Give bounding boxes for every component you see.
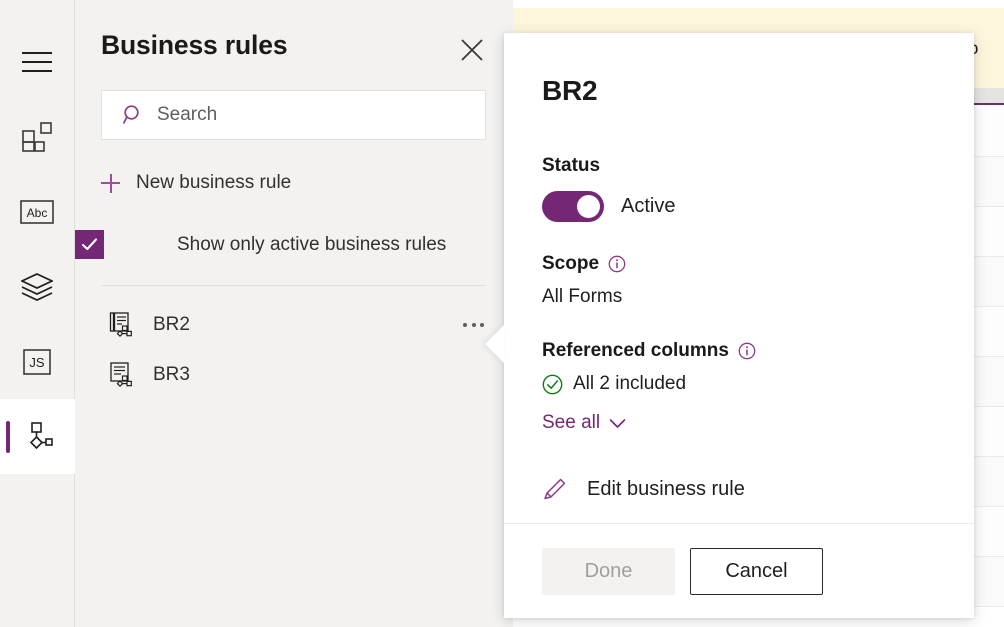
pencil-icon: [542, 476, 568, 502]
flyout-footer: Done Cancel: [504, 523, 974, 618]
edit-business-rule-button[interactable]: Edit business rule: [542, 476, 936, 502]
flyout-title: BR2: [542, 75, 936, 107]
scope-value: All Forms: [542, 286, 936, 308]
see-all-label: See all: [542, 412, 600, 434]
business-rules-icon: [21, 422, 53, 452]
list-item-br2[interactable]: BR2: [75, 300, 513, 350]
app-root: i This environment is associated with 'P…: [0, 0, 1004, 627]
list-item-br3[interactable]: BR3: [75, 350, 513, 400]
sidebar-item-views[interactable]: [0, 249, 75, 324]
referenced-columns-label-text: Referenced columns: [542, 340, 729, 362]
status-toggle-row: Active: [542, 191, 936, 222]
sidebar-item-components[interactable]: [0, 99, 75, 174]
scope-section: Scope All Forms: [542, 253, 936, 308]
chevron-down-icon: [609, 418, 626, 429]
close-icon: [460, 38, 484, 62]
show-only-active-label: Show only active business rules: [177, 230, 446, 259]
checkbox-box: [75, 230, 104, 259]
page-title: Business rules: [101, 30, 287, 61]
done-button[interactable]: Done: [542, 548, 675, 595]
status-toggle[interactable]: [542, 191, 604, 222]
status-value: Active: [621, 195, 675, 218]
referenced-columns-value: All 2 included: [573, 373, 686, 395]
sidebar-item-columns[interactable]: Abc: [0, 174, 75, 249]
components-grid-icon: [22, 122, 52, 152]
hamburger-menu-icon: [22, 51, 52, 73]
status-section: Status Active: [542, 155, 936, 222]
check-circle-icon: [542, 374, 563, 395]
panel-header: Business rules: [75, 0, 513, 86]
sidebar-item-javascript[interactable]: JS: [0, 324, 75, 399]
left-icon-rail: Abc JS: [0, 0, 75, 627]
columns-abc-icon: Abc: [20, 200, 54, 224]
list-item-label: BR2: [153, 314, 190, 336]
checkmark-icon: [80, 235, 99, 254]
flyout-body: BR2 Status Active Scope: [504, 33, 974, 523]
see-all-toggle[interactable]: See all: [542, 412, 626, 434]
scope-label: Scope: [542, 253, 936, 275]
info-circle-icon[interactable]: [738, 342, 756, 360]
show-only-active-checkbox[interactable]: Show only active business rules: [177, 230, 446, 259]
referenced-columns-label: Referenced columns: [542, 340, 936, 362]
search-placeholder: Search: [157, 104, 217, 126]
referenced-columns-status: All 2 included: [542, 373, 936, 395]
list-item-label: BR3: [153, 364, 190, 386]
business-rules-panel: Business rules Search New business rule: [75, 0, 513, 627]
status-label: Status: [542, 155, 936, 177]
ellipsis-dot: [472, 323, 476, 327]
new-business-rule-label: New business rule: [136, 172, 291, 194]
toggle-knob: [577, 195, 600, 218]
ellipsis-dot: [463, 323, 467, 327]
close-button[interactable]: [456, 34, 488, 66]
cancel-button[interactable]: Cancel: [690, 548, 823, 595]
ellipsis-dot: [480, 323, 484, 327]
javascript-js-icon: JS: [23, 349, 51, 375]
search-input[interactable]: Search: [101, 90, 486, 140]
callout-beak: [485, 325, 504, 363]
svg-text:Abc: Abc: [27, 206, 48, 220]
scope-label-text: Scope: [542, 253, 599, 275]
plus-icon: [101, 174, 120, 193]
info-circle-icon[interactable]: [608, 255, 626, 273]
business-rule-item-icon: [109, 362, 135, 388]
search-icon: [122, 104, 144, 126]
business-rules-list: BR2 BR3: [75, 300, 513, 400]
edit-business-rule-label: Edit business rule: [587, 478, 745, 501]
svg-text:JS: JS: [29, 355, 45, 370]
sidebar-item-business-rules[interactable]: [0, 399, 75, 474]
referenced-columns-section: Referenced columns All 2 included S: [542, 340, 936, 434]
more-commands-button[interactable]: [463, 323, 484, 327]
new-business-rule-button[interactable]: New business rule: [101, 172, 291, 194]
business-rule-item-icon: [109, 312, 135, 338]
sidebar-item-menu[interactable]: [0, 24, 75, 99]
business-rule-details-flyout: BR2 Status Active Scope: [504, 33, 974, 618]
layers-icon: [21, 273, 53, 301]
panel-divider: [101, 285, 486, 286]
